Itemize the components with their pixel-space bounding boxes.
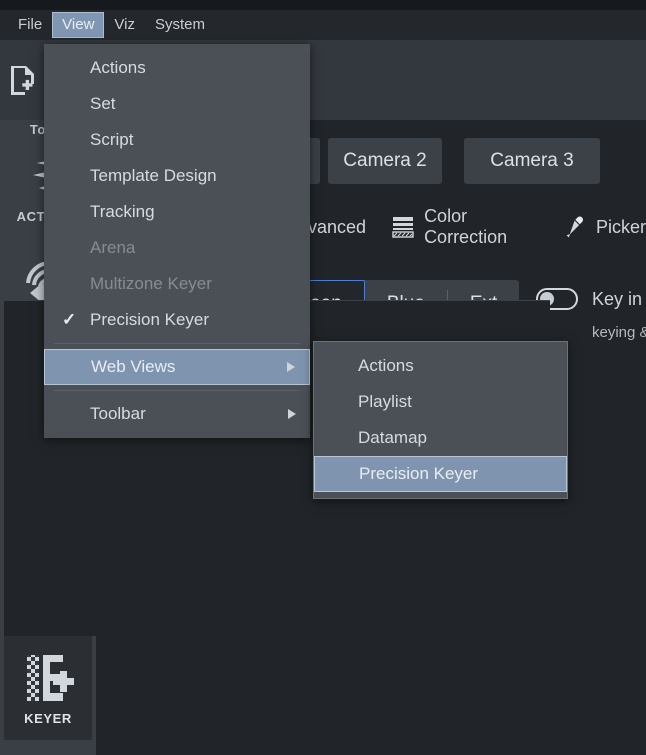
submenu-item-playlist[interactable]: Playlist bbox=[314, 384, 567, 420]
submenu-item-actions[interactable]: Actions bbox=[314, 348, 567, 384]
window-title-strip bbox=[0, 0, 646, 10]
menubar-item-system[interactable]: System bbox=[145, 12, 215, 38]
menu-item-label: Toolbar bbox=[90, 404, 146, 424]
menu-item-label: Tracking bbox=[90, 202, 155, 222]
menu-item-template-design[interactable]: Template Design bbox=[44, 158, 310, 194]
tab-camera-3[interactable]: Camera 3 bbox=[464, 138, 600, 184]
menu-item-label: Multizone Keyer bbox=[90, 274, 212, 294]
checkmark-icon: ✓ bbox=[62, 310, 76, 330]
menu-item-label: Precision Keyer bbox=[90, 310, 209, 330]
tab-camera-2[interactable]: Camera 2 bbox=[328, 138, 442, 184]
menu-item-toolbar[interactable]: Toolbar bbox=[44, 396, 310, 432]
keyer-icon bbox=[19, 647, 77, 709]
color-correction-icon bbox=[392, 215, 414, 239]
menu-item-label: Actions bbox=[358, 356, 414, 376]
menu-item-web-views[interactable]: Web Views bbox=[44, 349, 310, 385]
menu-item-set[interactable]: Set bbox=[44, 86, 310, 122]
submenu-item-datamap[interactable]: Datamap bbox=[314, 420, 567, 456]
web-views-submenu: Actions Playlist Datamap Precision Keyer bbox=[313, 341, 568, 499]
menu-item-label: Template Design bbox=[90, 166, 217, 186]
menubar-item-file[interactable]: File bbox=[8, 12, 52, 38]
menu-bar: File View Viz System bbox=[0, 10, 646, 40]
view-dropdown-menu: Actions Set Script Template Design Track… bbox=[44, 44, 310, 438]
color-correction-label: Color Correction bbox=[424, 206, 538, 248]
picker-label: Picker bbox=[596, 217, 646, 238]
sidebar-item-label: KEYER bbox=[24, 711, 72, 726]
menu-item-label: Set bbox=[90, 94, 116, 114]
menu-item-label: Web Views bbox=[91, 357, 175, 377]
chevron-right-icon bbox=[288, 409, 296, 419]
menu-item-script[interactable]: Script bbox=[44, 122, 310, 158]
menu-item-label: Datamap bbox=[358, 428, 427, 448]
color-correction-button[interactable]: Color Correction bbox=[392, 206, 538, 248]
menu-item-label: Precision Keyer bbox=[359, 464, 478, 484]
menubar-item-view[interactable]: View bbox=[52, 12, 104, 38]
menu-separator bbox=[54, 390, 300, 391]
new-document-icon bbox=[8, 64, 38, 96]
menu-item-actions[interactable]: Actions bbox=[44, 50, 310, 86]
key-in-sublabel: keying & bbox=[592, 324, 646, 341]
sidebar-item-keyer[interactable]: KEYER bbox=[4, 632, 92, 740]
menu-item-label: Actions bbox=[90, 58, 146, 78]
menu-item-arena: Arena bbox=[44, 230, 310, 266]
eyedropper-icon bbox=[562, 215, 586, 239]
menu-item-tracking[interactable]: Tracking bbox=[44, 194, 310, 230]
menubar-item-viz[interactable]: Viz bbox=[104, 12, 145, 38]
submenu-item-precision-keyer[interactable]: Precision Keyer bbox=[314, 456, 567, 492]
menu-item-label: Arena bbox=[90, 238, 135, 258]
menu-item-label: Playlist bbox=[358, 392, 412, 412]
new-document-button[interactable] bbox=[0, 40, 46, 119]
key-in-label: Key in bbox=[592, 289, 642, 310]
menu-item-precision-keyer[interactable]: ✓ Precision Keyer bbox=[44, 302, 310, 338]
picker-button[interactable]: Picker bbox=[562, 215, 646, 239]
menu-item-multizone-keyer: Multizone Keyer bbox=[44, 266, 310, 302]
menu-item-label: Script bbox=[90, 130, 133, 150]
menu-separator bbox=[54, 343, 300, 344]
chevron-right-icon bbox=[287, 362, 295, 372]
key-in-toggle-group: Key in bbox=[536, 288, 642, 310]
